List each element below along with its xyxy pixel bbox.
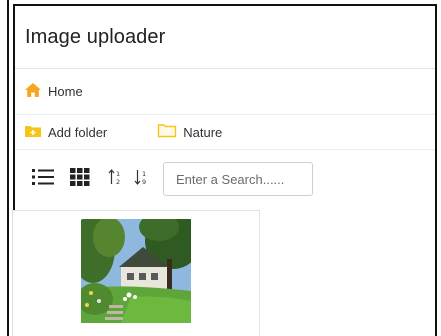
adjacent-panel-edge	[0, 0, 9, 336]
grid-view-icon	[70, 167, 90, 191]
svg-text:2: 2	[116, 178, 120, 185]
folder-label: Nature	[183, 124, 223, 140]
svg-text:1: 1	[142, 170, 146, 178]
folder-add-icon	[24, 124, 42, 141]
add-folder-label: Add folder	[48, 124, 108, 140]
home-icon	[24, 82, 42, 101]
list-view-icon	[32, 168, 54, 191]
image-gallery	[12, 210, 260, 336]
folder-list: Add folder Nature	[15, 115, 435, 150]
sort-descending-button[interactable]: 1 9	[133, 169, 151, 190]
title-bar: Image uploader	[15, 6, 435, 69]
list-view-button[interactable]	[31, 168, 55, 191]
breadcrumb: Home	[15, 69, 435, 115]
view-toolbar: 1 2 1 9	[15, 150, 435, 208]
svg-text:9: 9	[142, 178, 146, 185]
search-input[interactable]	[163, 162, 313, 196]
page-title: Image uploader	[25, 25, 166, 48]
sort-ascending-icon: 1 2	[108, 168, 124, 190]
folder-item-nature[interactable]: Nature	[157, 123, 222, 141]
sort-descending-icon: 1 9	[134, 169, 150, 190]
sort-ascending-button[interactable]: 1 2	[107, 168, 125, 190]
breadcrumb-home-label: Home	[48, 84, 83, 99]
image-thumbnail[interactable]	[81, 219, 191, 323]
folder-outline-icon	[157, 123, 177, 141]
svg-text:1: 1	[116, 170, 120, 178]
breadcrumb-home[interactable]: Home	[24, 82, 83, 101]
add-folder-button[interactable]: Add folder	[24, 124, 107, 141]
page: Image uploader Home Add folder Nature 1 …	[0, 0, 441, 336]
grid-view-button[interactable]	[69, 167, 91, 191]
house-garden-image	[81, 219, 191, 323]
